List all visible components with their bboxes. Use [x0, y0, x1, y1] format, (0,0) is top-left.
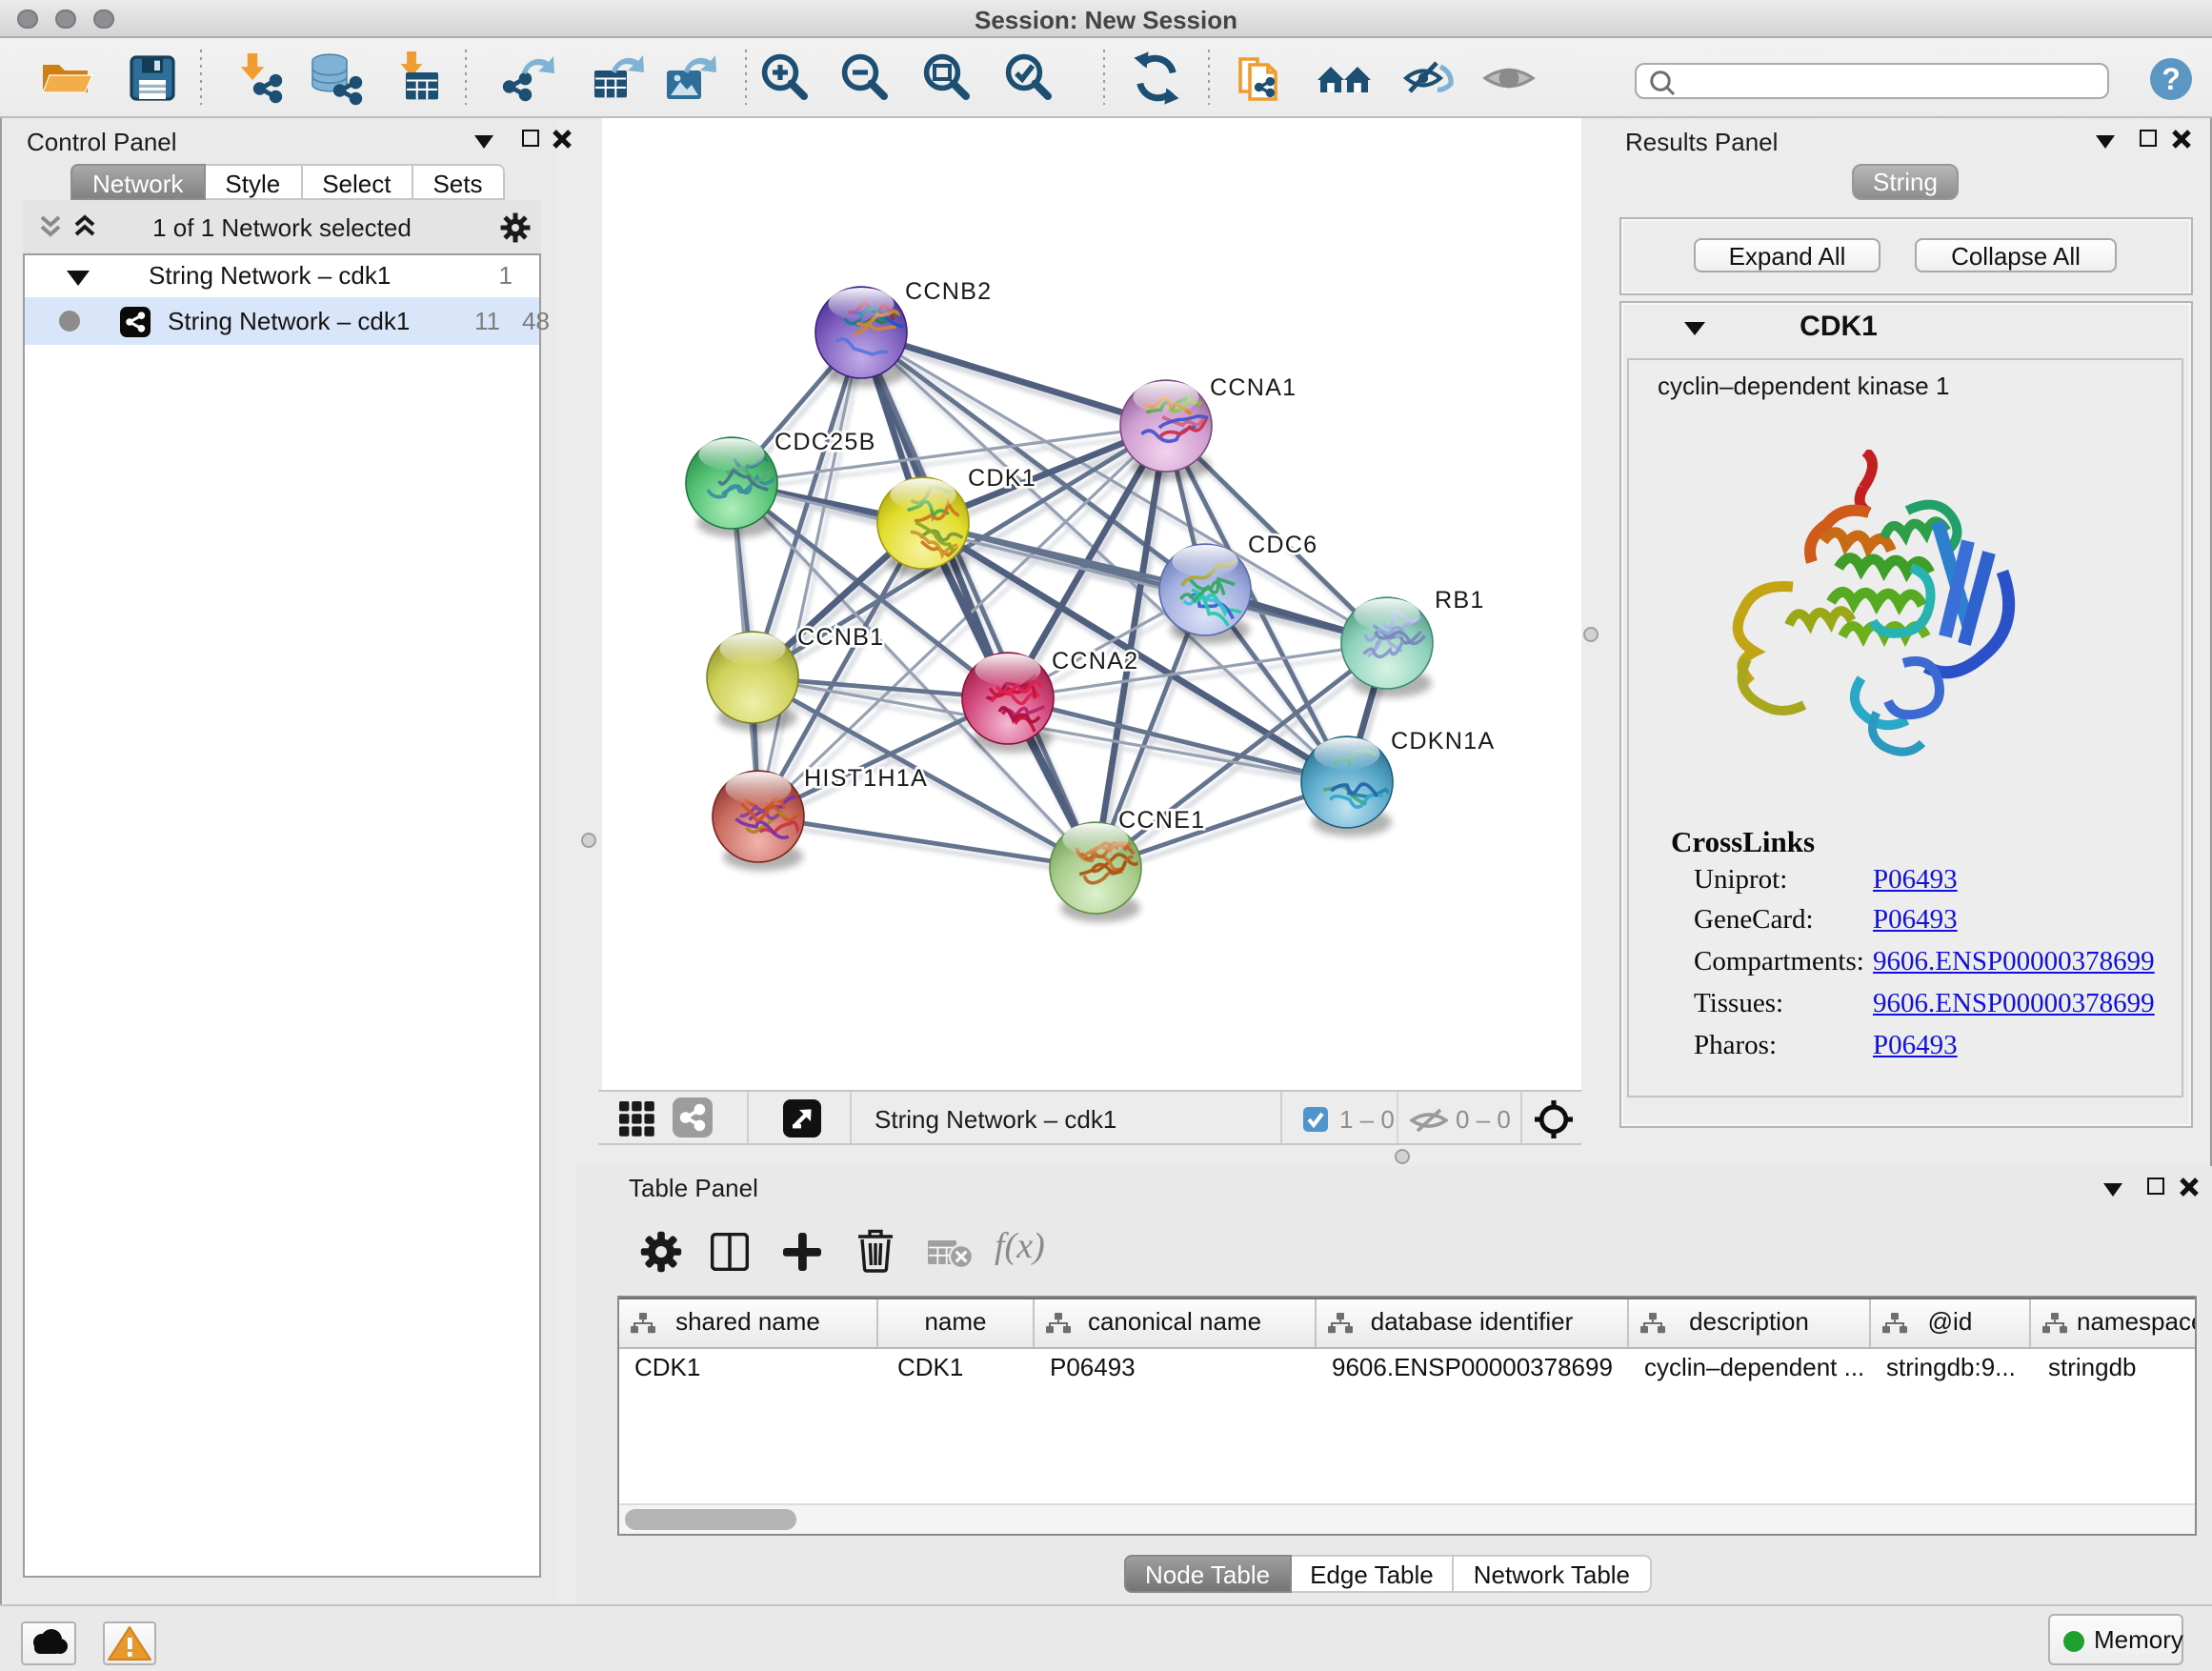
svg-text:CDC6: CDC6 [1248, 531, 1317, 557]
svg-text:CDK1: CDK1 [968, 464, 1036, 491]
svg-text:CCNB2: CCNB2 [905, 277, 992, 304]
svg-text:CCNB1: CCNB1 [797, 623, 884, 650]
svg-text:CCNA2: CCNA2 [1052, 647, 1138, 674]
svg-text:RB1: RB1 [1435, 586, 1485, 613]
svg-text:?: ? [2162, 62, 2181, 96]
svg-text:HIST1H1A: HIST1H1A [804, 764, 928, 791]
svg-text:CDKN1A: CDKN1A [1391, 727, 1495, 754]
svg-text:CDC25B: CDC25B [774, 428, 876, 454]
svg-text:CCNA1: CCNA1 [1210, 373, 1297, 400]
svg-text:CCNE1: CCNE1 [1118, 806, 1205, 833]
